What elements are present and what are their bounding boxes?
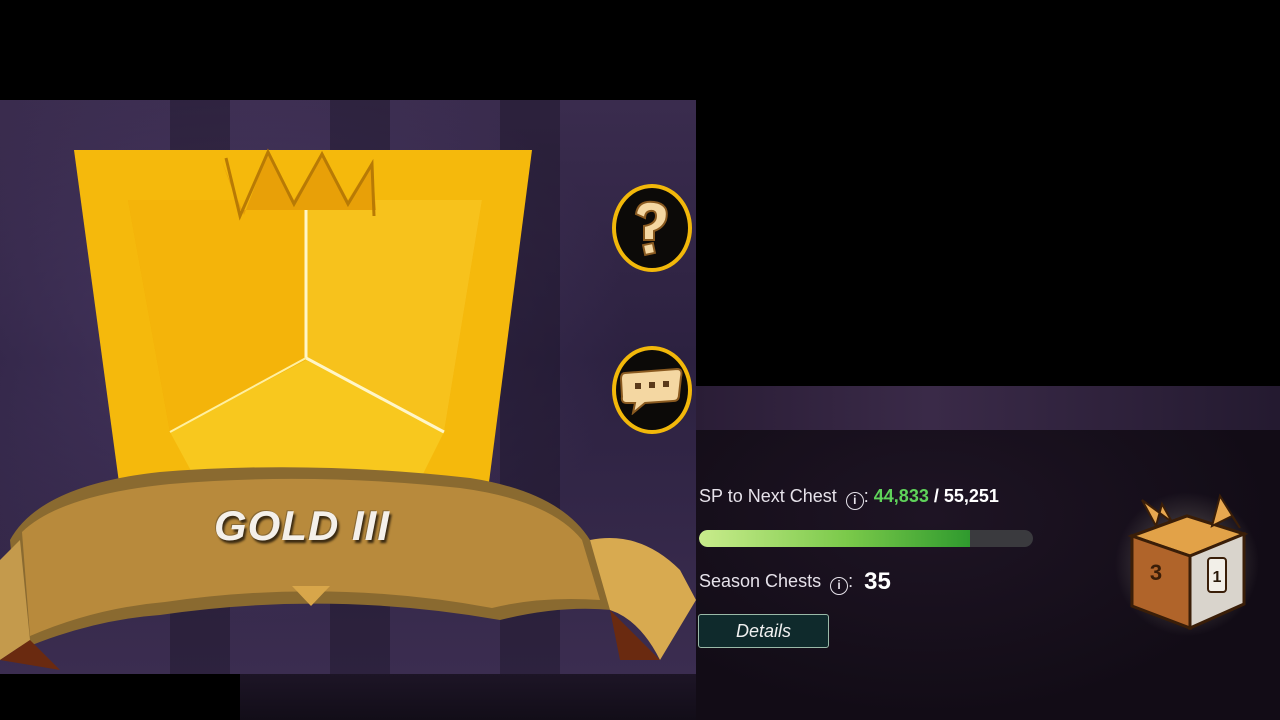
league-name: GOLD III — [214, 502, 390, 549]
season-colon: : — [848, 571, 854, 591]
sp-progress-fill — [699, 530, 970, 547]
help-button[interactable] — [612, 184, 692, 272]
sp-to-next-chest: SP to Next Chest i: 44,833 / 55,251 — [699, 486, 999, 510]
season-chests: Season Chests i: 35 — [699, 568, 891, 596]
sp-label: SP to Next Chest — [699, 486, 837, 506]
question-mark-icon — [634, 200, 668, 257]
speech-bubble-icon — [619, 367, 683, 415]
sp-total-value: 55,251 — [943, 486, 999, 506]
panel-banner — [696, 386, 1280, 430]
info-icon[interactable]: i — [830, 577, 849, 595]
svg-text:3: 3 — [1150, 560, 1162, 585]
season-label: Season Chests — [699, 571, 822, 591]
info-icon[interactable]: i — [845, 492, 864, 510]
chest-icon: 1 3 — [1115, 492, 1259, 636]
sp-current-value: 44,833 — [873, 486, 929, 506]
svg-text:1: 1 — [1213, 569, 1222, 586]
sp-progress-bar — [699, 530, 1033, 547]
league-panel — [0, 100, 696, 674]
season-chest-count: 35 — [864, 568, 891, 595]
background-strip — [240, 674, 740, 720]
chat-button[interactable] — [612, 346, 692, 434]
sp-separator: / — [933, 486, 939, 506]
sp-colon: : — [863, 486, 869, 506]
league-emblem — [0, 148, 696, 670]
details-button[interactable]: Details — [698, 614, 829, 648]
